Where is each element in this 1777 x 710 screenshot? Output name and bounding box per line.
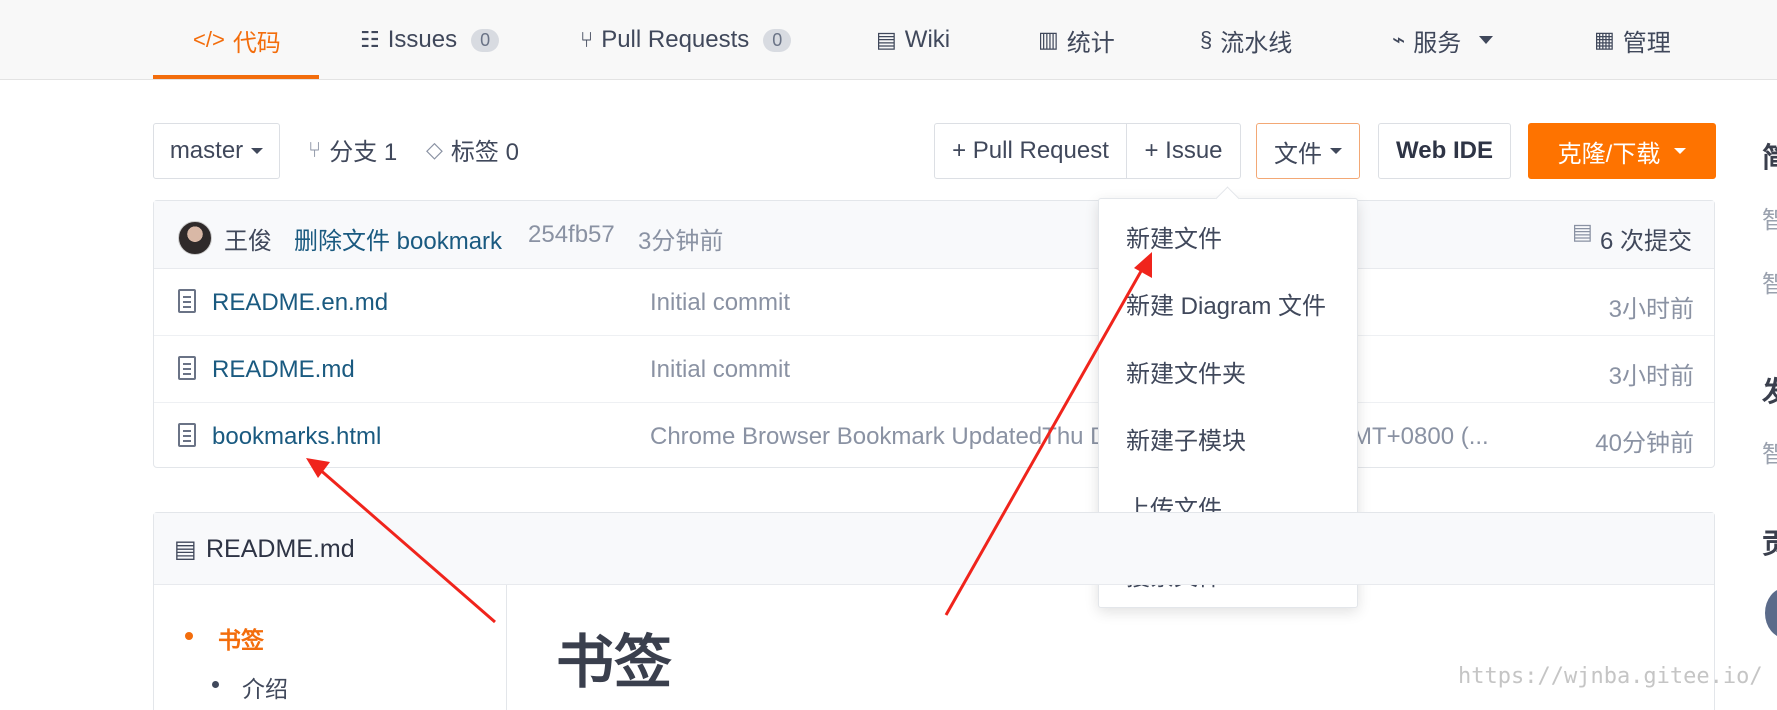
annotation-arrow-line bbox=[317, 466, 496, 624]
annotation-arrowhead bbox=[1134, 252, 1152, 278]
annotation-arrow-line bbox=[944, 265, 1146, 616]
watermark: https://wjnba.gitee.io/ bbox=[1458, 664, 1763, 689]
annotation-arrows bbox=[306, 252, 1152, 624]
